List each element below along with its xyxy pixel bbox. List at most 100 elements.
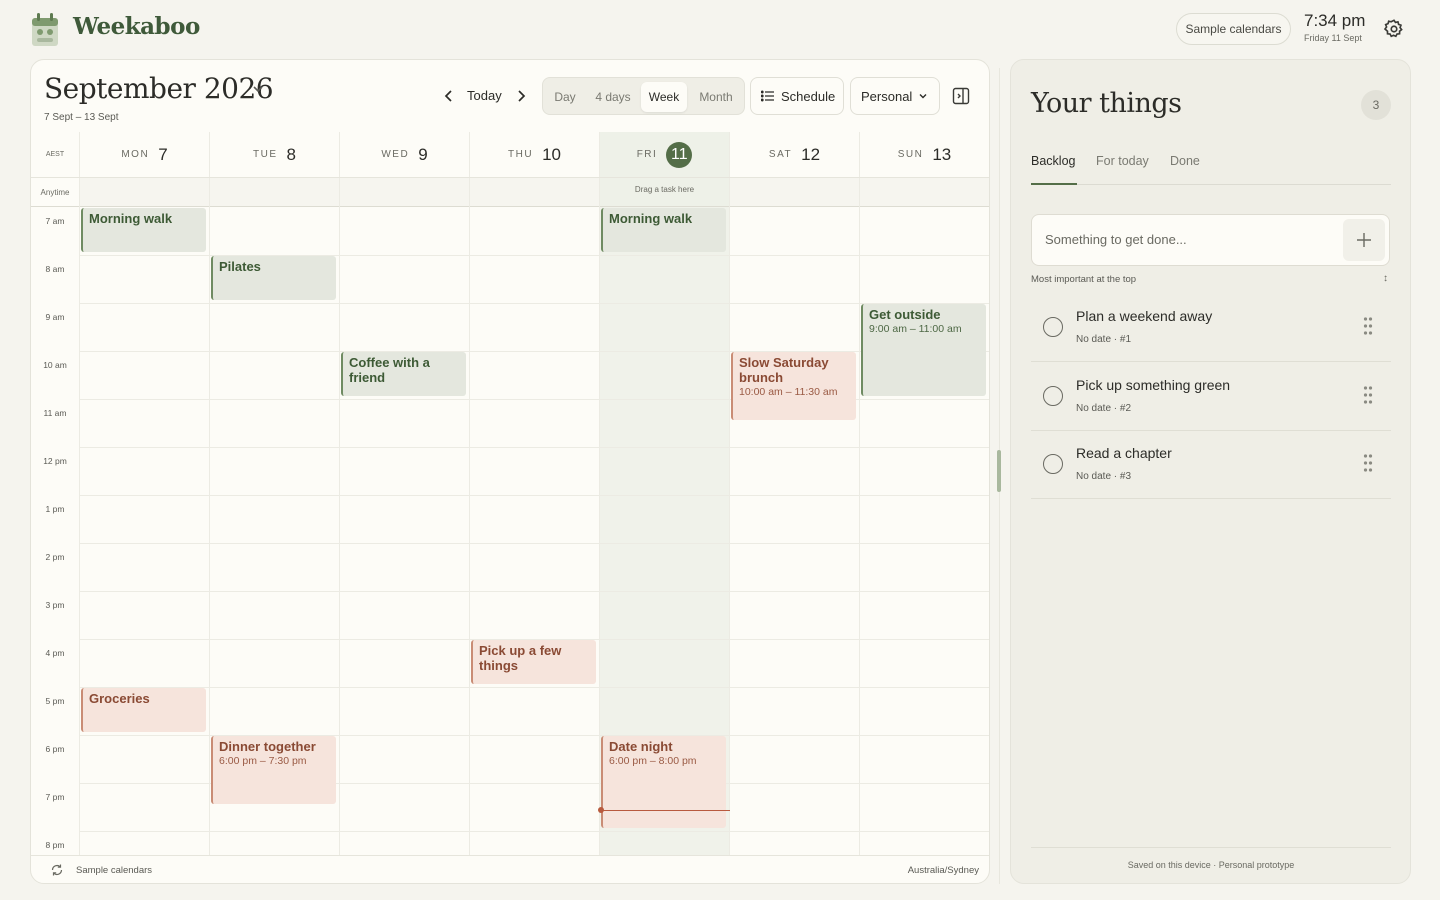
anytime-cell[interactable] — [209, 178, 339, 206]
calendar-event[interactable]: Slow Saturday brunch 10:00 am – 11:30 am — [731, 352, 856, 420]
drag-handle-icon[interactable] — [1363, 316, 1373, 336]
tab-done[interactable]: Done — [1170, 154, 1200, 185]
event-time: 10:00 am – 11:30 am — [739, 386, 838, 398]
day-header-sun[interactable]: SUN 13 — [859, 132, 989, 177]
today-button[interactable]: Today — [467, 88, 502, 103]
side-footer: Saved on this device · Personal prototyp… — [1127, 860, 1295, 870]
task-count-badge: 3 — [1361, 90, 1391, 120]
view-4days-tab[interactable]: 4 days — [587, 82, 639, 112]
sort-icon[interactable]: ↕ — [1383, 273, 1388, 284]
calendar-event[interactable]: Date night 6:00 pm – 8:00 pm — [601, 736, 726, 828]
hour-label: 8 am — [45, 264, 65, 274]
day-number: 7 — [158, 144, 168, 164]
hour-label: 3 pm — [45, 600, 65, 610]
calendar-event[interactable]: Pilates — [211, 256, 336, 300]
task-item[interactable]: Plan a weekend away No date · #1 — [1031, 294, 1391, 362]
week-grid: AEST MON 7 TUE 8 WED 9 THU 10 FRI 11 SAT 12 SUN 13 An… — [31, 132, 989, 855]
event-title: Dinner together — [219, 739, 316, 754]
view-month-tab[interactable]: Month — [691, 82, 741, 112]
drag-hint: Drag a task here — [634, 185, 695, 194]
task-item[interactable]: Pick up something green No date · #2 — [1031, 363, 1391, 431]
anytime-cell[interactable] — [469, 178, 599, 206]
calendar-event[interactable]: Coffee with a friend — [341, 352, 466, 396]
task-title: Plan a weekend away — [1076, 308, 1213, 324]
anytime-cell[interactable] — [339, 178, 469, 206]
day-header-thu[interactable]: THU 10 — [469, 132, 599, 177]
day-number: 9 — [418, 144, 428, 164]
settings-gear-icon[interactable] — [1383, 18, 1405, 40]
chevron-down-icon[interactable] — [251, 82, 265, 96]
tab-for-today[interactable]: For today — [1096, 154, 1149, 185]
current-time-line — [601, 810, 730, 812]
calendar-event[interactable]: Pick up a few things — [471, 640, 596, 684]
calendar-select[interactable]: Personal — [850, 77, 940, 115]
day-number: 10 — [542, 144, 561, 164]
hour-label: 12 pm — [43, 456, 67, 466]
event-title: Morning walk — [89, 211, 173, 226]
task-item[interactable]: Read a chapter No date · #3 — [1031, 431, 1391, 499]
day-of-week: TUE — [253, 149, 278, 160]
add-task-button[interactable] — [1343, 219, 1385, 261]
drag-handle-icon[interactable] — [1363, 453, 1373, 473]
top-bar: Weekaboo Sample calendars 7:34 pm Friday… — [0, 0, 1440, 58]
task-meta: No date · #1 — [1076, 334, 1132, 345]
task-tabs: Backlog For today Done — [1031, 154, 1391, 185]
event-time: 9:00 am – 11:00 am — [869, 323, 962, 335]
day-header-mon[interactable]: MON 7 — [79, 132, 209, 177]
sync-icon[interactable] — [50, 863, 64, 877]
day-number: 12 — [801, 144, 821, 164]
next-week-icon[interactable] — [513, 87, 529, 105]
hour-label: 9 am — [45, 312, 65, 322]
task-meta: No date · #3 — [1076, 471, 1132, 482]
schedule-label: Schedule — [781, 88, 836, 104]
day-of-week: FRI — [636, 149, 658, 160]
task-checkbox[interactable] — [1043, 385, 1063, 406]
view-week-tab[interactable]: Week — [641, 82, 687, 112]
anytime-cell[interactable] — [859, 178, 989, 206]
task-meta: No date · #2 — [1076, 402, 1132, 414]
calendar-footer: Sample calendars Australia/Sydney — [31, 855, 989, 883]
day-of-week: WED — [381, 149, 410, 160]
schedule-button[interactable]: Schedule — [750, 77, 844, 115]
task-checkbox[interactable] — [1043, 317, 1063, 337]
side-panel: Your things 3 Backlog For today Done Mos… — [1010, 59, 1411, 884]
event-title: Coffee with a friend — [349, 355, 430, 385]
anytime-cell[interactable] — [729, 178, 859, 206]
hour-label: 7 am — [45, 216, 65, 226]
previous-week-icon[interactable] — [441, 87, 457, 105]
drag-handle-icon[interactable] — [1363, 385, 1373, 405]
event-title: Get outside — [869, 307, 941, 322]
day-number: 8 — [286, 144, 296, 164]
day-header-sat[interactable]: SAT 12 — [729, 132, 859, 177]
day-header-fri[interactable]: FRI 11 — [599, 132, 729, 177]
calendar-event[interactable]: Get outside 9:00 am – 11:00 am — [861, 304, 986, 396]
toggle-side-panel-icon[interactable] — [952, 87, 970, 105]
tab-backlog[interactable]: Backlog — [1031, 154, 1077, 185]
calendar-select-value: Personal — [861, 88, 913, 104]
view-day-tab[interactable]: Day — [547, 82, 583, 112]
anytime-cell[interactable]: Drag a task here — [599, 178, 729, 206]
clock-time: 7:34 pm — [1304, 11, 1366, 30]
event-time: 6:00 pm – 8:00 pm — [609, 755, 697, 767]
timezone-label: AEST — [45, 151, 65, 158]
event-title: Morning walk — [609, 211, 693, 226]
calendar-event[interactable]: Morning walk — [601, 208, 726, 252]
calendar-event[interactable]: Groceries — [81, 688, 206, 732]
sample-calendars-button[interactable]: Sample calendars — [1176, 13, 1291, 45]
event-title: Date night — [609, 739, 673, 754]
hour-label: 1 pm — [45, 504, 65, 514]
clock: 7:34 pm Friday 11 Sept — [1304, 11, 1376, 43]
day-header-wed[interactable]: WED 9 — [339, 132, 469, 177]
date-range: 7 Sept – 13 Sept — [44, 112, 119, 123]
month-title[interactable]: September 2026 — [44, 72, 274, 105]
day-of-week: THU — [508, 149, 534, 160]
task-checkbox[interactable] — [1043, 454, 1063, 474]
day-header-tue[interactable]: TUE 8 — [209, 132, 339, 177]
calendar-event[interactable]: Dinner together 6:00 pm – 7:30 pm — [211, 736, 336, 804]
list-icon — [761, 90, 774, 102]
panel-resize-handle[interactable] — [997, 450, 1001, 492]
calendar-event[interactable]: Morning walk — [81, 208, 206, 252]
new-task-input[interactable] — [1045, 232, 1325, 247]
anytime-cell[interactable] — [79, 178, 209, 206]
day-of-week: SAT — [768, 149, 793, 160]
